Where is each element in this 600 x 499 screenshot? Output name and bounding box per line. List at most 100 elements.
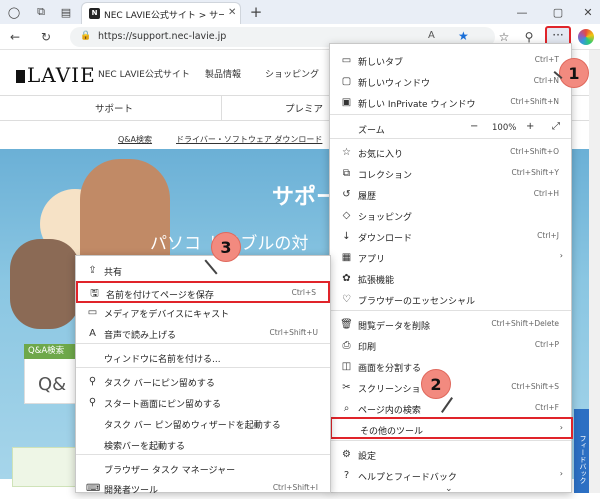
nav-products[interactable]: 製品情報 xyxy=(205,67,241,80)
lock-icon[interactable]: 🔒 xyxy=(80,31,91,41)
new-tab-icon[interactable]: + xyxy=(248,3,264,21)
more-tools-item[interactable]: その他のツール › xyxy=(330,417,573,439)
chevron-right-icon: › xyxy=(559,251,563,260)
profile-icon[interactable]: ◯ xyxy=(6,4,22,20)
submenu-item-label: タスク バー ピン留めウィザードを起動する xyxy=(104,421,281,431)
menu-item-icon: ↓ xyxy=(342,231,351,242)
refresh-icon[interactable]: ↻ xyxy=(38,29,54,45)
menu-item-2[interactable]: ▣ 新しい InPrivate ウィンドウ Ctrl+Shift+N xyxy=(330,92,571,113)
chevron-right-icon: › xyxy=(559,423,563,432)
nav-shopping[interactable]: ショッピング xyxy=(265,67,319,80)
qa-search-link[interactable]: Q&A検索 xyxy=(118,134,152,145)
fullscreen-icon[interactable]: ⤢ xyxy=(552,121,560,132)
qa-card-text: Q& xyxy=(38,374,67,395)
menu-item-1[interactable]: ▢ 新しいウィンドウ Ctrl+N xyxy=(330,71,571,92)
menu-item-shortcut: Ctrl+Shift+N xyxy=(510,97,559,106)
menu-item-label: ページ内の検索 xyxy=(358,406,421,416)
menu-separator xyxy=(330,114,571,115)
menu-item-9[interactable]: ▦ アプリ › xyxy=(330,247,571,268)
tab-title: NEC LAVIE公式サイト > サービス＆サ xyxy=(104,11,224,21)
back-icon[interactable]: ← xyxy=(7,29,23,45)
menu-item-19[interactable]: ? ヘルプとフィードバック › xyxy=(330,465,571,486)
save-page-as-item[interactable]: 🖫 名前を付けてページを保存 Ctrl+S xyxy=(76,281,330,303)
submenu-item-2[interactable]: ▭ メディアをデバイスにキャスト xyxy=(76,302,330,323)
subnav-premium[interactable]: プレミア xyxy=(285,101,323,115)
menu-item-label: 拡張機能 xyxy=(358,276,395,286)
submenu-item-label: タスク バーにピン留めする xyxy=(104,379,215,389)
menu-item-icon: ✿ xyxy=(342,273,351,284)
menu-item-icon: 🗑 xyxy=(340,319,353,330)
submenu-item-icon xyxy=(86,417,99,430)
settings-menu: ▭ 新しいタブ Ctrl+T ▢ 新しいウィンドウ Ctrl+N ▣ 新しい InPrivat… xyxy=(329,43,573,494)
menu-item-0[interactable]: ▭ 新しいタブ Ctrl+T xyxy=(330,50,571,71)
submenu-item-icon: ⌨ xyxy=(86,483,101,494)
menu-item-4[interactable]: ☆ お気に入り Ctrl+Shift+O xyxy=(330,142,571,163)
tab-strip: ◯ ⧉ ▤ N NEC LAVIE公式サイト > サービス＆サ ✕ + — ▢ … xyxy=(0,0,600,24)
hero-image-adult xyxy=(10,239,80,329)
zoom-label: ズーム xyxy=(358,126,385,136)
menu-item-14[interactable]: ◫ 画面を分割する xyxy=(330,356,571,377)
menu-item-10[interactable]: ✿ 拡張機能 xyxy=(330,268,571,289)
zoom-out-icon[interactable]: − xyxy=(470,121,478,132)
submenu-item-3[interactable]: A 音声で読み上げる Ctrl+Shift+U xyxy=(76,323,330,344)
menu-separator xyxy=(330,310,571,311)
driver-download-link[interactable]: ドライバー・ソフトウェア ダウンロード xyxy=(176,134,322,145)
submenu-item-7[interactable]: タスク バー ピン留めウィザードを起動する xyxy=(76,413,330,434)
submenu-item-10[interactable]: ⌨ 開発者ツール Ctrl+Shift+I xyxy=(76,478,330,499)
maximize-icon[interactable]: ▢ xyxy=(550,4,566,20)
submenu-item-icon: ▭ xyxy=(87,307,98,318)
active-tab[interactable]: N NEC LAVIE公式サイト > サービス＆サ ✕ xyxy=(81,2,241,24)
submenu-item-label: 開発者ツール xyxy=(104,486,159,496)
menu-item-icon: ⧉ xyxy=(342,168,351,179)
minimize-icon[interactable]: — xyxy=(514,4,530,20)
menu-item-icon: ⌕ xyxy=(343,403,350,414)
menu-item-icon: ▭ xyxy=(341,55,352,66)
submenu-item-9[interactable]: ブラウザー タスク マネージャー xyxy=(76,458,330,479)
menu-item-18[interactable]: ⚙ 設定 xyxy=(330,444,571,465)
brand-link[interactable]: NEC LAVIE公式サイト xyxy=(98,67,190,80)
copilot-icon[interactable] xyxy=(578,29,594,45)
workspaces-icon[interactable]: ⧉ xyxy=(33,4,49,20)
favorite-star-icon[interactable]: ★ xyxy=(458,29,469,43)
zoom-in-icon[interactable]: + xyxy=(526,121,534,132)
menu-item-6[interactable]: ↺ 履歴 Ctrl+H xyxy=(330,184,571,205)
site-favicon: N xyxy=(89,8,100,19)
step-badge-3: 3 xyxy=(211,232,241,262)
menu-item-label: その他のツール xyxy=(360,427,424,437)
submenu-item-icon xyxy=(86,438,99,451)
menu-item-label: ヘルプとフィードバック xyxy=(358,473,457,483)
submenu-item-label: 共有 xyxy=(104,268,123,278)
submenu-item-5[interactable]: ⚲ タスク バーにピン留めする xyxy=(76,371,330,392)
submenu-item-label: ウィンドウに名前を付ける... xyxy=(104,355,221,365)
submenu-item-6[interactable]: ⚲ スタート画面にピン留めする xyxy=(76,392,330,413)
submenu-item-icon xyxy=(86,351,99,364)
submenu-item-0[interactable]: ⇪ 共有 xyxy=(76,260,330,281)
submenu-item-4[interactable]: ウィンドウに名前を付ける... xyxy=(76,347,330,368)
chevron-right-icon: › xyxy=(559,469,563,478)
menu-item-label: 新しいタブ xyxy=(358,58,404,68)
submenu-item-icon: ⇪ xyxy=(88,265,97,276)
menu-item-13[interactable]: ⎙ 印刷 Ctrl+P xyxy=(330,335,571,356)
menu-item-icon: ◇ xyxy=(342,210,351,221)
menu-separator xyxy=(330,440,571,441)
submenu-item-8[interactable]: 検索バーを起動する xyxy=(76,434,330,455)
menu-item-5[interactable]: ⧉ コレクション Ctrl+Shift+Y xyxy=(330,163,571,184)
submenu-item-icon: ⚲ xyxy=(88,397,97,408)
close-tab-icon[interactable]: ✕ xyxy=(228,7,236,18)
url-text[interactable]: https://support.nec-lavie.jp xyxy=(98,31,226,42)
page-scrollbar[interactable] xyxy=(589,50,600,493)
menu-item-icon: ⎙ xyxy=(342,340,351,351)
menu-item-icon: ⚙ xyxy=(342,449,351,460)
vertical-tabs-icon[interactable]: ▤ xyxy=(58,4,74,20)
lavie-logo[interactable]: LAVIE xyxy=(16,63,96,87)
read-aloud-icon[interactable]: A xyxy=(428,30,435,41)
menu-item-11[interactable]: ♡ ブラウザーのエッセンシャル xyxy=(330,289,571,310)
menu-item-12[interactable]: 🗑 閲覧データを削除 Ctrl+Shift+Delete xyxy=(330,314,571,335)
menu-item-label: アプリ xyxy=(358,255,386,265)
menu-item-7[interactable]: ◇ ショッピング xyxy=(330,205,571,226)
menu-item-8[interactable]: ↓ ダウンロード Ctrl+J xyxy=(330,226,571,247)
subnav-support[interactable]: サポート xyxy=(95,101,133,115)
submenu-item-label: スタート画面にピン留めする xyxy=(104,400,222,410)
step-badge-2: 2 xyxy=(421,369,451,399)
close-window-icon[interactable]: ✕ xyxy=(580,4,596,20)
